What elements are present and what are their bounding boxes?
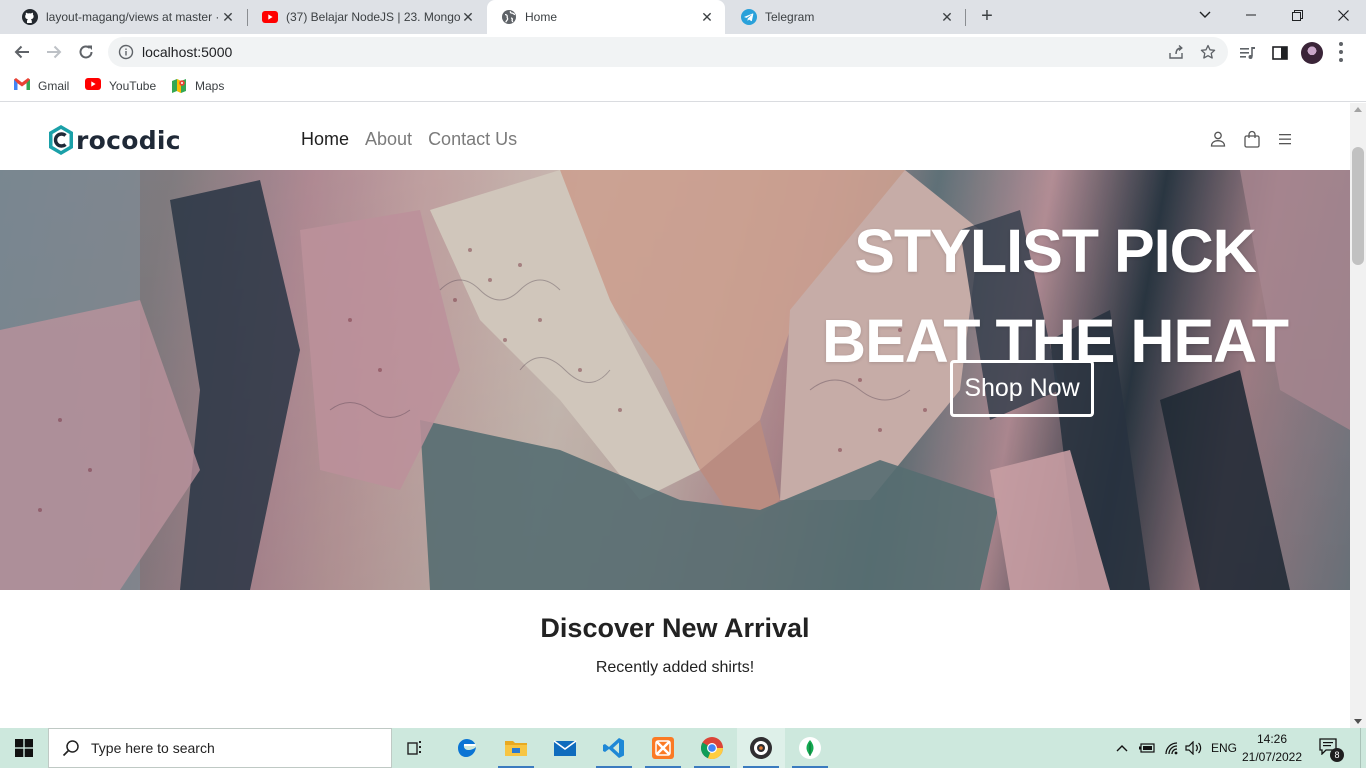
tab-home[interactable]: Home ✕ bbox=[487, 0, 725, 34]
profile-avatar[interactable] bbox=[1301, 42, 1323, 64]
wifi-icon[interactable] bbox=[1161, 728, 1183, 768]
system-clock[interactable]: 14:26 21/07/2022 bbox=[1240, 730, 1304, 766]
notification-center-icon[interactable]: 8 bbox=[1318, 737, 1344, 762]
crocodic-logo-icon bbox=[49, 125, 73, 155]
close-tab-icon[interactable]: ✕ bbox=[939, 9, 955, 25]
hamburger-menu-icon[interactable] bbox=[1277, 130, 1295, 148]
vscode-icon[interactable] bbox=[590, 728, 638, 768]
tab-search-icon[interactable] bbox=[1182, 0, 1228, 30]
taskbar-search-box[interactable]: Type here to search bbox=[48, 728, 392, 768]
search-icon bbox=[62, 740, 79, 757]
menu-contact-us[interactable]: Contact Us bbox=[428, 129, 517, 150]
telegram-icon bbox=[741, 9, 757, 25]
windows-logo-icon bbox=[15, 739, 33, 757]
logo-wordmark: rocodic bbox=[76, 125, 181, 155]
obs-icon[interactable] bbox=[737, 728, 785, 768]
hero-title: STYLIST PICK BEAT THE HEAT bbox=[822, 217, 1289, 375]
shopping-bag-icon[interactable] bbox=[1243, 130, 1261, 148]
new-tab-button[interactable]: + bbox=[976, 5, 998, 27]
scroll-down-arrow-icon[interactable] bbox=[1354, 719, 1362, 724]
notification-count-badge: 8 bbox=[1330, 748, 1344, 762]
edge-icon[interactable] bbox=[443, 728, 491, 768]
bookmark-label: Gmail bbox=[38, 79, 70, 93]
tab-telegram[interactable]: Telegram ✕ bbox=[727, 0, 965, 34]
tab-title: (37) Belajar NodeJS | 23. MongoD bbox=[286, 10, 460, 24]
show-hidden-icons-icon[interactable] bbox=[1112, 728, 1132, 768]
page-scrollbar[interactable] bbox=[1350, 103, 1366, 728]
tab-divider bbox=[965, 9, 966, 26]
bookmark-label: YouTube bbox=[109, 79, 157, 93]
clock-time: 14:26 bbox=[1256, 732, 1288, 746]
tab-title: layout-magang/views at master · bbox=[46, 10, 220, 24]
tab-strip: layout-magang/views at master · ✕ (37) B… bbox=[0, 0, 1366, 34]
site-info-icon[interactable] bbox=[118, 44, 134, 60]
search-placeholder: Type here to search bbox=[91, 740, 215, 756]
mail-icon[interactable] bbox=[541, 728, 589, 768]
xampp-icon[interactable] bbox=[639, 728, 687, 768]
maps-icon bbox=[171, 78, 187, 94]
side-panel-icon[interactable] bbox=[1271, 44, 1289, 62]
site-navbar: rocodic Home About Contact Us bbox=[0, 103, 1350, 170]
show-desktop-button[interactable] bbox=[1360, 728, 1366, 768]
bookmarks-bar: Gmail YouTube Maps bbox=[0, 70, 1366, 102]
clock-date: 21/07/2022 bbox=[1241, 750, 1303, 764]
shop-now-button[interactable]: Shop Now bbox=[950, 360, 1094, 417]
bookmark-maps[interactable]: Maps bbox=[171, 76, 224, 96]
bookmark-star-icon[interactable] bbox=[1200, 44, 1216, 60]
user-icon[interactable] bbox=[1209, 130, 1227, 148]
file-explorer-icon[interactable] bbox=[492, 728, 540, 768]
minimize-button[interactable] bbox=[1228, 0, 1274, 30]
back-arrow-icon[interactable] bbox=[10, 40, 34, 64]
bookmark-youtube[interactable]: YouTube bbox=[85, 76, 156, 96]
close-tab-icon[interactable]: ✕ bbox=[699, 9, 715, 25]
github-icon bbox=[22, 9, 38, 25]
share-icon[interactable] bbox=[1168, 44, 1184, 60]
tab-title: Home bbox=[525, 10, 558, 24]
address-bar[interactable] bbox=[108, 37, 1228, 67]
restore-button[interactable] bbox=[1274, 0, 1320, 30]
section-title: Discover New Arrival bbox=[540, 613, 810, 643]
mongodb-compass-icon[interactable] bbox=[786, 728, 834, 768]
scroll-up-arrow-icon[interactable] bbox=[1354, 107, 1362, 112]
scrollbar-thumb[interactable] bbox=[1352, 147, 1364, 265]
close-window-button[interactable] bbox=[1320, 0, 1366, 30]
gmail-icon bbox=[14, 78, 30, 94]
globe-icon bbox=[501, 9, 517, 25]
main-menu: Home About Contact Us bbox=[301, 129, 517, 150]
close-tab-icon[interactable]: ✕ bbox=[220, 9, 236, 25]
browser-toolbar bbox=[0, 34, 1366, 70]
media-control-icon[interactable] bbox=[1239, 44, 1257, 62]
tab-github[interactable]: layout-magang/views at master · ✕ bbox=[8, 0, 246, 34]
site-logo[interactable]: rocodic bbox=[47, 123, 181, 157]
browser-menu-icon[interactable] bbox=[1338, 42, 1344, 62]
youtube-icon bbox=[85, 78, 101, 94]
tab-youtube[interactable]: (37) Belajar NodeJS | 23. MongoD ✕ bbox=[248, 0, 486, 34]
menu-about[interactable]: About bbox=[365, 129, 412, 150]
youtube-icon bbox=[262, 9, 278, 25]
page-viewport: rocodic Home About Contact Us STYLIST PI… bbox=[0, 103, 1350, 728]
volume-icon[interactable] bbox=[1183, 728, 1205, 768]
reload-icon[interactable] bbox=[74, 40, 98, 64]
menu-home[interactable]: Home bbox=[301, 129, 349, 150]
chrome-icon[interactable] bbox=[688, 728, 736, 768]
hero-banner: STYLIST PICK BEAT THE HEAT Shop Now bbox=[0, 170, 1350, 590]
windows-start-button[interactable] bbox=[0, 728, 48, 768]
tab-title: Telegram bbox=[765, 10, 815, 24]
bookmark-gmail[interactable]: Gmail bbox=[14, 76, 69, 96]
task-view-icon[interactable] bbox=[392, 728, 440, 768]
battery-icon[interactable] bbox=[1136, 728, 1158, 768]
close-tab-icon[interactable]: ✕ bbox=[460, 9, 476, 25]
section-subtitle: Recently added shirts! bbox=[595, 659, 755, 676]
url-input[interactable] bbox=[142, 37, 742, 67]
language-indicator[interactable]: ENG bbox=[1208, 728, 1240, 768]
windows-taskbar: Type here to search ENG 14:26 21/07/2022… bbox=[0, 728, 1366, 768]
bookmark-label: Maps bbox=[195, 79, 225, 93]
forward-arrow-icon[interactable] bbox=[42, 40, 66, 64]
